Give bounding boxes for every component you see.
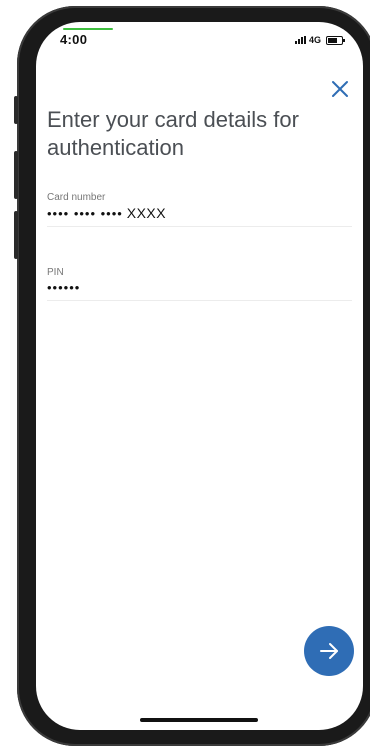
volume-down-button	[14, 211, 18, 259]
card-number-field[interactable]: Card number •••• •••• •••• XXXX	[47, 192, 352, 227]
pin-field[interactable]: PIN ••••••	[47, 267, 352, 301]
card-number-value[interactable]: •••• •••• •••• XXXX	[47, 205, 352, 226]
next-button[interactable]	[304, 626, 354, 676]
card-number-masked: •••• •••• ••••	[47, 206, 123, 221]
close-button[interactable]	[329, 78, 351, 100]
network-type: 4G	[308, 35, 321, 45]
home-indicator[interactable]	[140, 718, 258, 722]
pin-value[interactable]: ••••••	[47, 280, 352, 300]
page-title: Enter your card details for authenticati…	[47, 107, 299, 160]
close-icon	[332, 81, 348, 97]
battery-icon	[326, 35, 345, 45]
arrow-right-icon	[320, 643, 338, 659]
pin-label: PIN	[47, 267, 64, 278]
silent-switch	[14, 96, 18, 124]
card-number-label: Card number	[47, 192, 106, 203]
volume-up-button	[14, 151, 18, 199]
call-indicator	[63, 28, 113, 30]
status-icons: 4G	[294, 35, 345, 45]
status-bar: 4:00 4G	[36, 22, 363, 62]
status-time: 4:00	[60, 32, 88, 47]
signal-icon	[294, 36, 306, 44]
card-number-last-digits: XXXX	[126, 205, 167, 221]
app-screen: 4:00 4G Enter your card details for auth…	[36, 22, 363, 730]
